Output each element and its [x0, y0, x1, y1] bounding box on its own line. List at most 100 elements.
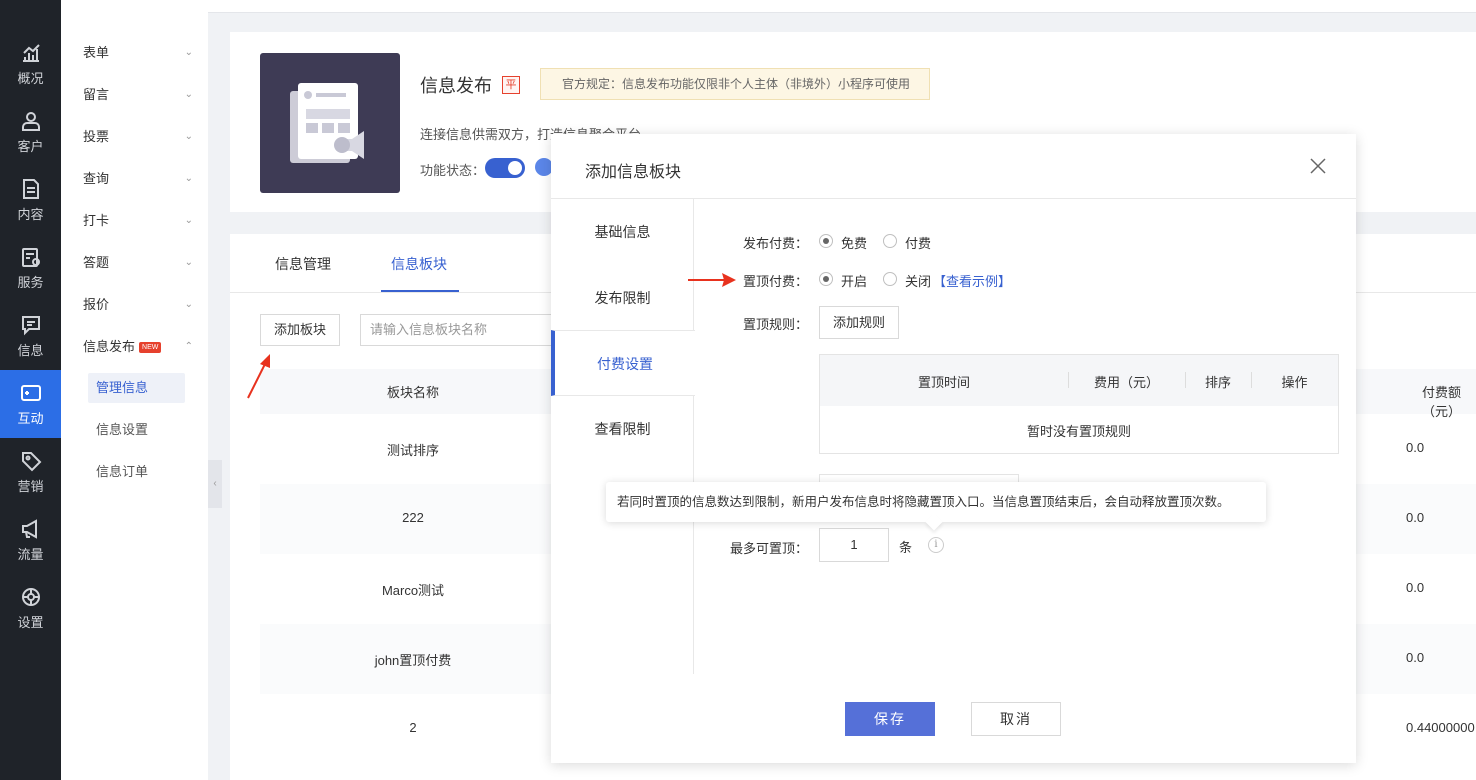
user-icon [21, 112, 40, 131]
rail-item-message[interactable]: 信息 [0, 302, 61, 370]
chevron-down-icon: ⌄ [184, 47, 193, 58]
feature-toggle[interactable] [485, 158, 525, 178]
rail-item-interaction[interactable]: 互动 [0, 370, 61, 438]
radio-paid-label: 付费 [905, 236, 932, 251]
info-icon[interactable]: i [928, 537, 944, 553]
new-badge: NEW [139, 342, 162, 353]
rail-item-customer[interactable]: 客户 [0, 98, 61, 166]
close-icon[interactable] [1308, 156, 1328, 176]
block-fee: 0.44000000 [1406, 720, 1475, 735]
info-tooltip: 若同时置顶的信息数达到限制，新用户发布信息时将隐藏置顶入口。当信息置顶结束后，会… [606, 482, 1266, 522]
rule-table-header: 置顶时间 费用（元） 排序 操作 [820, 355, 1338, 406]
radio-disable-label: 关闭 [905, 274, 932, 289]
rail-label: 营销 [17, 479, 44, 494]
app-thumbnail [260, 53, 400, 193]
block-name: john置顶付费 [374, 653, 452, 668]
cancel-button[interactable]: 取消 [971, 702, 1061, 736]
message-icon [21, 316, 40, 336]
radio-enable-label: 开启 [841, 274, 868, 289]
radio-paid[interactable] [883, 234, 897, 248]
max-top-label: 最多可置顶： [730, 541, 809, 556]
radio-enable[interactable] [819, 272, 833, 286]
submenu-label: 留言 [83, 87, 110, 102]
left-rail: 概况 客户 内容 服务 信息 互动 营销 流量 设置 [0, 0, 61, 780]
annotation-arrow [247, 354, 270, 399]
info-publish-illustration [290, 83, 364, 163]
save-button[interactable]: 保存 [845, 702, 935, 736]
submenu-item-quiz[interactable]: 答题 ⌄ [83, 251, 193, 275]
submenu-label: 投票 [83, 129, 110, 144]
radio-free-label: 免费 [841, 236, 868, 251]
chevron-down-icon: ⌄ [184, 215, 193, 226]
rule-column-actions: 操作 [1281, 375, 1308, 390]
top-bar [208, 0, 1476, 13]
chevron-up-icon: ⌃ [184, 341, 193, 352]
radio-free[interactable] [819, 234, 833, 248]
rule-table-empty-text: 暂时没有置顶规则 [1026, 424, 1131, 439]
chevron-down-icon: ⌄ [184, 173, 193, 184]
submenu-label: 答题 [83, 255, 110, 270]
rail-label: 内容 [17, 207, 44, 222]
add-block-button[interactable]: 添加板块 [260, 314, 340, 346]
submenu-child-manage-info[interactable]: 管理信息 [88, 373, 185, 403]
submenu-item-message[interactable]: 留言 ⌄ [83, 83, 193, 107]
top-rule-label: 置顶规则： [743, 317, 809, 332]
rule-column-time: 置顶时间 [917, 375, 970, 390]
annotation-arrow [688, 273, 736, 287]
submenu-item-quote[interactable]: 报价 ⌄ [83, 293, 193, 317]
chevron-down-icon: ⌄ [184, 89, 193, 100]
rail-item-service[interactable]: 服务 [0, 234, 61, 302]
official-notice: 官方规定：信息发布功能仅限非个人主体（非境外）小程序可使用 [540, 68, 930, 100]
publish-fee-label: 发布付费： [743, 236, 809, 251]
tag-icon [21, 452, 41, 472]
block-name: Marco测试 [381, 583, 445, 598]
megaphone-icon [21, 519, 37, 539]
submenu-label: 查询 [83, 171, 110, 186]
block-name: 222 [402, 510, 424, 525]
block-name: 测试排序 [386, 443, 439, 458]
submenu-item-form[interactable]: 表单 ⌄ [83, 41, 193, 65]
submenu-item-info-publish[interactable]: 信息发布 NEW ⌃ [83, 335, 193, 359]
submenu-label: 表单 [83, 45, 110, 60]
max-top-unit: 条 [899, 540, 913, 555]
rail-item-settings[interactable]: 设置 [0, 574, 61, 642]
submenu-item-checkin[interactable]: 打卡 ⌄ [83, 209, 193, 233]
rail-label: 流量 [17, 547, 44, 562]
rail-label: 服务 [17, 275, 44, 290]
add-block-dialog: 添加信息板块 基础信息 发布限制 付费设置 查看限制 发布付费： 免费 付费 置… [551, 134, 1356, 763]
dialog-nav-basic-info[interactable]: 基础信息 [551, 199, 694, 265]
chevron-left-icon: ‹ [213, 478, 217, 489]
max-top-input[interactable]: 1 [819, 528, 889, 562]
rail-label: 互动 [17, 411, 44, 426]
secondary-menu: 表单 ⌄ 留言 ⌄ 投票 ⌄ 查询 ⌄ 打卡 ⌄ 答题 ⌄ 报价 ⌄ 信息发布 NEW ⌃ 管理信… [61, 0, 208, 780]
tab-info-management[interactable]: 信息管理 [275, 254, 331, 274]
submenu-item-vote[interactable]: 投票 ⌄ [83, 125, 193, 149]
submenu-child-info-settings[interactable]: 信息设置 [88, 415, 185, 445]
rail-item-content[interactable]: 内容 [0, 166, 61, 234]
submenu-item-query[interactable]: 查询 ⌄ [83, 167, 193, 191]
block-fee: 0.0 [1406, 650, 1425, 665]
rail-item-overview[interactable]: 概况 [0, 30, 61, 98]
block-fee: 0.0 [1406, 510, 1425, 525]
submenu-child-info-orders[interactable]: 信息订单 [88, 457, 185, 487]
dialog-nav-view-limit[interactable]: 查看限制 [551, 396, 694, 462]
interaction-icon [20, 385, 41, 401]
column-header-name: 板块名称 [386, 385, 439, 400]
add-rule-button[interactable]: 添加规则 [819, 306, 899, 339]
chart-icon [22, 44, 40, 62]
submenu-label: 报价 [83, 297, 110, 312]
rail-item-traffic[interactable]: 流量 [0, 506, 61, 574]
dialog-nav-payment-settings[interactable]: 付费设置 [551, 330, 695, 396]
rail-label: 客户 [17, 139, 44, 154]
document-icon [22, 179, 39, 199]
collapse-handle[interactable]: ‹ [208, 460, 222, 508]
tab-info-blocks[interactable]: 信息板块 [391, 254, 447, 274]
dialog-nav: 基础信息 发布限制 付费设置 查看限制 [551, 199, 695, 674]
submenu-label: 信息发布 [83, 339, 136, 354]
dialog-nav-publish-limit[interactable]: 发布限制 [551, 265, 694, 331]
radio-disable[interactable] [883, 272, 897, 286]
block-search-input[interactable]: 请输入信息板块名称 [360, 314, 560, 346]
rail-item-marketing[interactable]: 营销 [0, 438, 61, 506]
view-example-link[interactable]: 【查看示例】 [933, 271, 1011, 290]
rule-column-fee: 费用（元） [1093, 375, 1159, 390]
